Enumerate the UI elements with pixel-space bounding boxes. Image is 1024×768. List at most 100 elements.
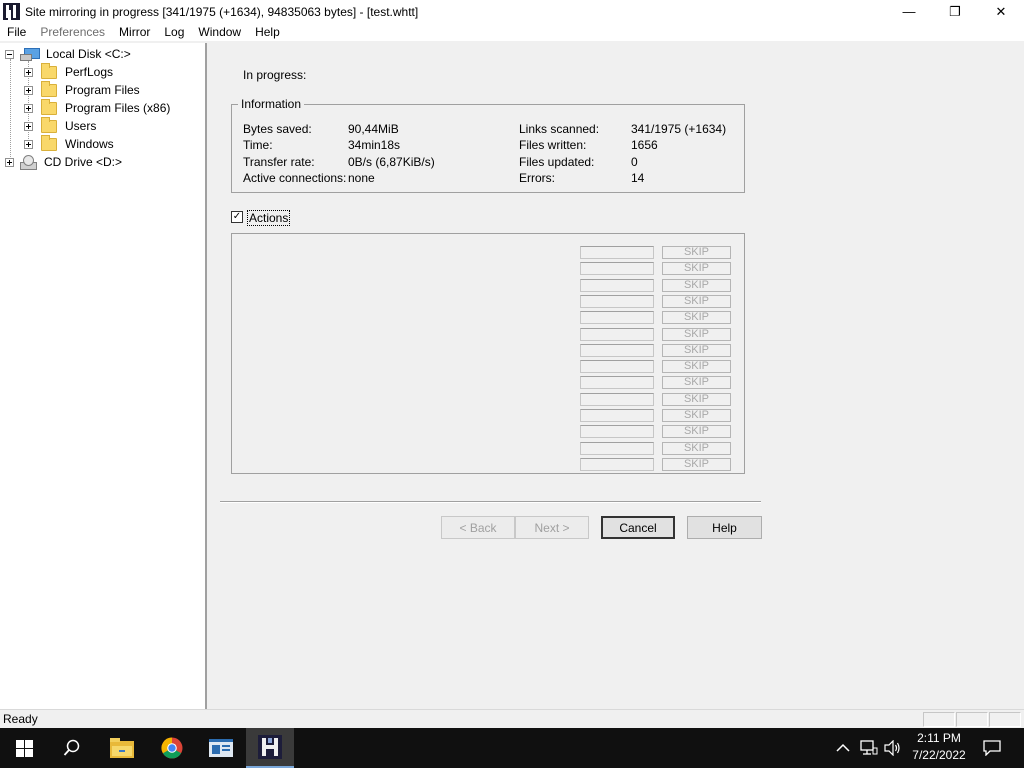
next-button[interactable]: Next > xyxy=(515,516,589,539)
skip-button[interactable]: SKIP xyxy=(662,409,731,422)
skip-button[interactable]: SKIP xyxy=(662,311,731,325)
transfer-rate-value: 0B/s (6,87KiB/s) xyxy=(348,155,435,169)
expand-icon[interactable] xyxy=(5,157,14,167)
expand-icon[interactable] xyxy=(24,121,33,131)
files-updated-value: 0 xyxy=(631,155,638,169)
window-title: Site mirroring in progress [341/1975 (+1… xyxy=(25,4,419,19)
tree-item-cd-drive[interactable]: CD Drive <D:> xyxy=(5,153,124,171)
tree-item-program-files-x86[interactable]: Program Files (x86) xyxy=(24,98,172,117)
tree-item-perflogs[interactable]: PerfLogs xyxy=(24,62,115,81)
action-status-field xyxy=(580,360,654,374)
skip-button[interactable]: SKIP xyxy=(662,425,731,439)
status-text: Ready xyxy=(3,712,38,726)
skip-button[interactable]: SKIP xyxy=(662,262,731,276)
folder-icon xyxy=(41,134,57,151)
actions-checkbox[interactable]: ✓ xyxy=(231,211,243,223)
bytes-saved-label: Bytes saved: xyxy=(243,122,312,136)
tree-item-program-files[interactable]: Program Files xyxy=(24,80,142,99)
collapse-icon[interactable] xyxy=(5,49,14,59)
time-label: Time: xyxy=(243,138,273,152)
skip-button[interactable]: SKIP xyxy=(662,327,731,341)
skip-button[interactable]: SKIP xyxy=(662,392,731,406)
httrack-app-icon[interactable] xyxy=(3,3,20,20)
status-bar: Ready xyxy=(0,709,1024,728)
taskbar-app[interactable] xyxy=(197,728,245,768)
tree-item-label: CD Drive <D:> xyxy=(44,155,123,169)
taskbar-httrack[interactable] xyxy=(246,728,294,768)
tree-item-label: Program Files (x86) xyxy=(65,101,171,115)
window-app-icon xyxy=(209,739,233,757)
skip-button[interactable]: SKIP xyxy=(662,246,731,259)
menu-log[interactable]: Log xyxy=(157,23,191,42)
links-scanned-value: 341/1975 (+1634) xyxy=(631,122,727,136)
folder-icon xyxy=(41,62,57,79)
tree-item-label: Program Files xyxy=(65,83,140,97)
folder-icon xyxy=(41,116,57,133)
links-scanned-label: Links scanned: xyxy=(519,122,600,136)
back-button[interactable]: < Back xyxy=(441,516,515,539)
skip-button[interactable]: SKIP xyxy=(662,343,731,357)
expand-icon[interactable] xyxy=(24,103,33,113)
action-status-field xyxy=(580,278,654,292)
skip-button[interactable]: SKIP xyxy=(662,376,731,390)
progress-status: In progress: xyxy=(243,68,307,82)
menu-window[interactable]: Window xyxy=(191,23,248,42)
action-status-field xyxy=(580,441,654,455)
errors-value: 14 xyxy=(631,171,645,185)
status-panel xyxy=(956,712,988,727)
tree-line xyxy=(10,59,11,161)
tree-item-label: Local Disk <C:> xyxy=(44,47,133,61)
window-controls: — ❐ ✕ xyxy=(886,0,1024,23)
files-updated-label: Files updated: xyxy=(519,155,595,169)
expand-icon[interactable] xyxy=(24,139,33,149)
notification-icon xyxy=(983,740,1001,756)
taskbar-file-explorer[interactable] xyxy=(98,728,146,768)
search-icon xyxy=(63,739,80,756)
cd-drive-icon xyxy=(20,155,37,170)
folder-tree[interactable]: Local Disk <C:> PerfLogs Program Files P… xyxy=(0,43,207,709)
start-button[interactable] xyxy=(0,728,48,768)
tree-item-users[interactable]: Users xyxy=(24,116,98,135)
search-button[interactable] xyxy=(48,728,96,768)
tree-item-windows[interactable]: Windows xyxy=(24,134,116,153)
action-status-field xyxy=(580,457,654,471)
close-button[interactable]: ✕ xyxy=(978,0,1024,23)
skip-button[interactable]: SKIP xyxy=(662,294,731,308)
folder-icon xyxy=(41,98,57,115)
chrome-icon xyxy=(161,737,183,759)
tree-item-local-disk[interactable]: Local Disk <C:> xyxy=(5,45,133,63)
files-written-label: Files written: xyxy=(519,138,587,152)
network-icon[interactable] xyxy=(860,740,878,756)
time-value: 34min18s xyxy=(348,138,401,152)
menu-bar: File Preferences Mirror Log Window Help xyxy=(0,23,1024,42)
action-center-button[interactable] xyxy=(968,728,1016,768)
clock-date: 7/22/2022 xyxy=(912,748,966,762)
bytes-saved-value: 90,44MiB xyxy=(348,122,399,136)
active-connections-value: none xyxy=(348,171,375,185)
actions-checkbox-label[interactable]: Actions xyxy=(247,210,291,226)
title-bar: Site mirroring in progress [341/1975 (+1… xyxy=(0,0,1024,23)
skip-button[interactable]: SKIP xyxy=(662,457,731,471)
chevron-up-icon[interactable] xyxy=(836,743,850,753)
taskbar-chrome[interactable] xyxy=(148,728,196,768)
cancel-button[interactable]: Cancel xyxy=(601,516,675,539)
help-button[interactable]: Help xyxy=(687,516,762,539)
maximize-button[interactable]: ❐ xyxy=(932,0,978,23)
clock-time: 2:11 PM xyxy=(917,731,961,745)
status-panel xyxy=(923,712,955,727)
expand-icon[interactable] xyxy=(24,67,33,77)
skip-button[interactable]: SKIP xyxy=(662,441,731,455)
minimize-button[interactable]: — xyxy=(886,0,932,23)
action-status-field xyxy=(580,409,654,422)
expand-icon[interactable] xyxy=(24,85,33,95)
taskbar-clock[interactable]: 2:11 PM 7/22/2022 xyxy=(900,730,978,764)
menu-help[interactable]: Help xyxy=(248,23,287,42)
menu-mirror[interactable]: Mirror xyxy=(112,23,157,42)
skip-button[interactable]: SKIP xyxy=(662,360,731,374)
menu-file[interactable]: File xyxy=(0,23,33,42)
files-written-value: 1656 xyxy=(631,138,658,152)
skip-button[interactable]: SKIP xyxy=(662,278,731,292)
menu-preferences[interactable]: Preferences xyxy=(33,23,112,42)
action-status-field xyxy=(580,343,654,357)
file-explorer-icon xyxy=(110,738,134,758)
